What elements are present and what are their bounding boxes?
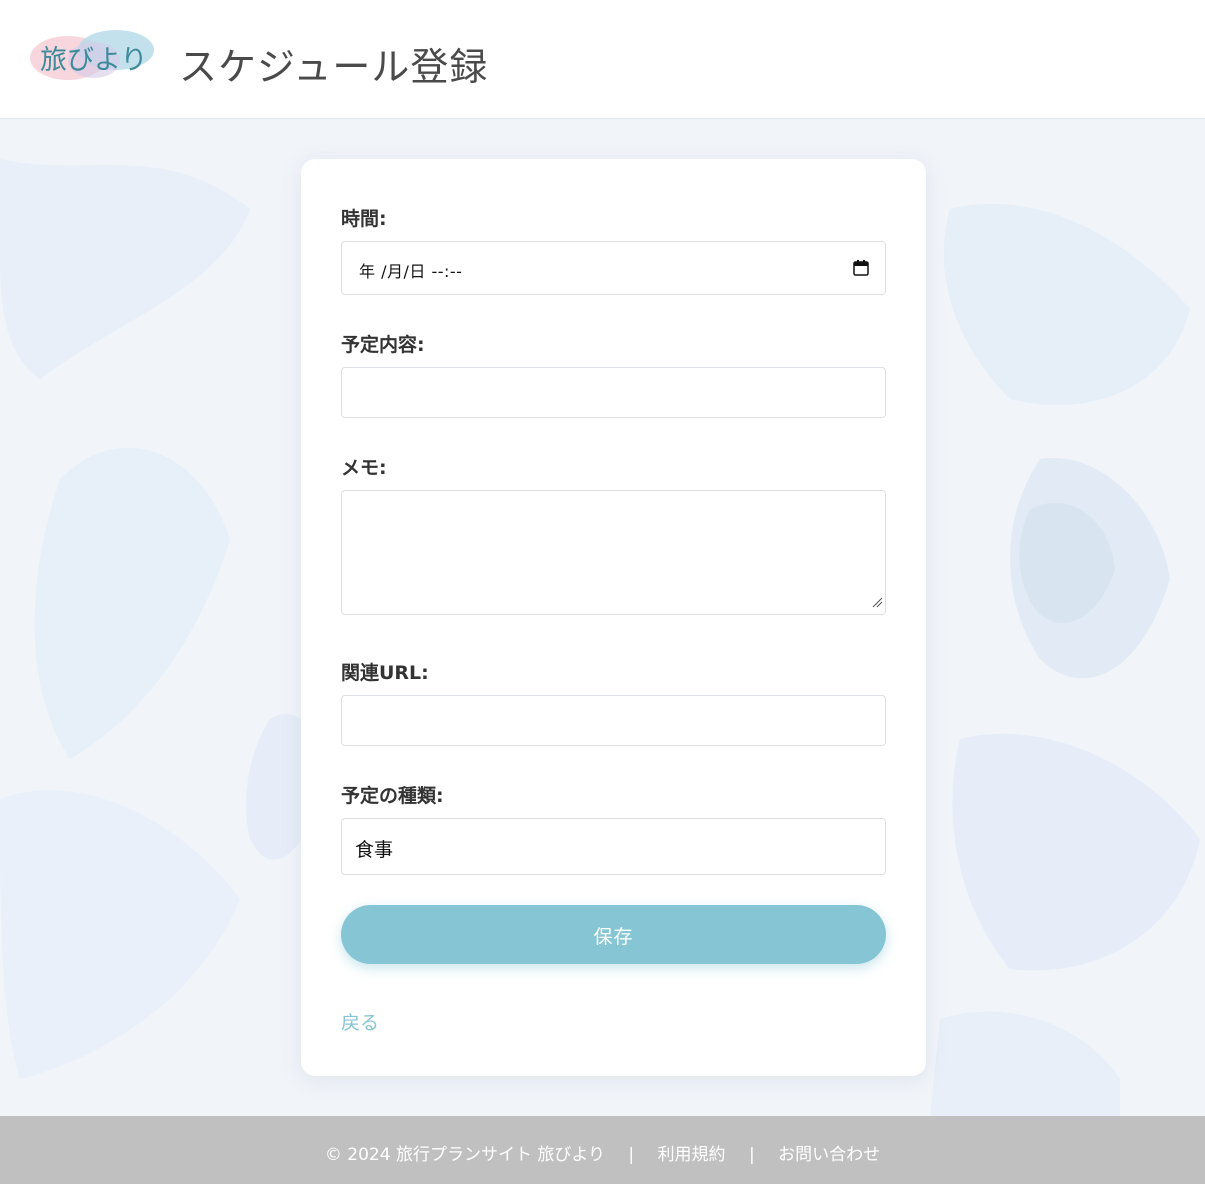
time-input[interactable]: 年 /月/日 --:-- [341, 241, 886, 295]
site-header: 旅びより スケジュール登録 [0, 0, 1205, 119]
schedule-form-card: 時間: 年 /月/日 --:-- 予定内容: メモ: 関連URL: 予定の種類: [301, 159, 926, 1076]
type-select[interactable]: 食事 [341, 818, 886, 875]
resize-handle-icon[interactable] [872, 593, 883, 612]
save-button[interactable]: 保存 [341, 905, 886, 964]
footer-terms-link[interactable]: 利用規約 [658, 1145, 726, 1165]
content-input[interactable] [341, 367, 886, 418]
type-label: 予定の種類: [341, 785, 444, 807]
site-footer: © 2024 旅行プランサイト 旅びより | 利用規約 | お問い合わせ [0, 1116, 1205, 1184]
save-button-label: 保存 [593, 926, 634, 948]
memo-label: メモ: [341, 457, 387, 479]
time-label: 時間: [341, 208, 387, 230]
footer-separator: | [748, 1145, 755, 1165]
footer-contact-link[interactable]: お問い合わせ [778, 1145, 880, 1165]
footer-copyright: © 2024 旅行プランサイト 旅びより [324, 1145, 606, 1165]
footer-separator: | [628, 1145, 635, 1165]
back-link[interactable]: 戻る [341, 1008, 379, 1035]
memo-textarea[interactable] [341, 490, 886, 615]
footer-nav: © 2024 旅行プランサイト 旅びより | 利用規約 | お問い合わせ [0, 1140, 1205, 1165]
url-label: 関連URL: [341, 662, 429, 684]
calendar-icon[interactable] [853, 260, 869, 280]
type-select-value: 食事 [355, 839, 394, 861]
site-logo[interactable]: 旅びより [28, 26, 156, 84]
logo-text: 旅びより [40, 45, 148, 76]
time-input-value: 年 /月/日 --:-- [359, 262, 463, 281]
content-label: 予定内容: [341, 334, 425, 356]
url-input[interactable] [341, 695, 886, 746]
page-title: スケジュール登録 [179, 45, 489, 89]
